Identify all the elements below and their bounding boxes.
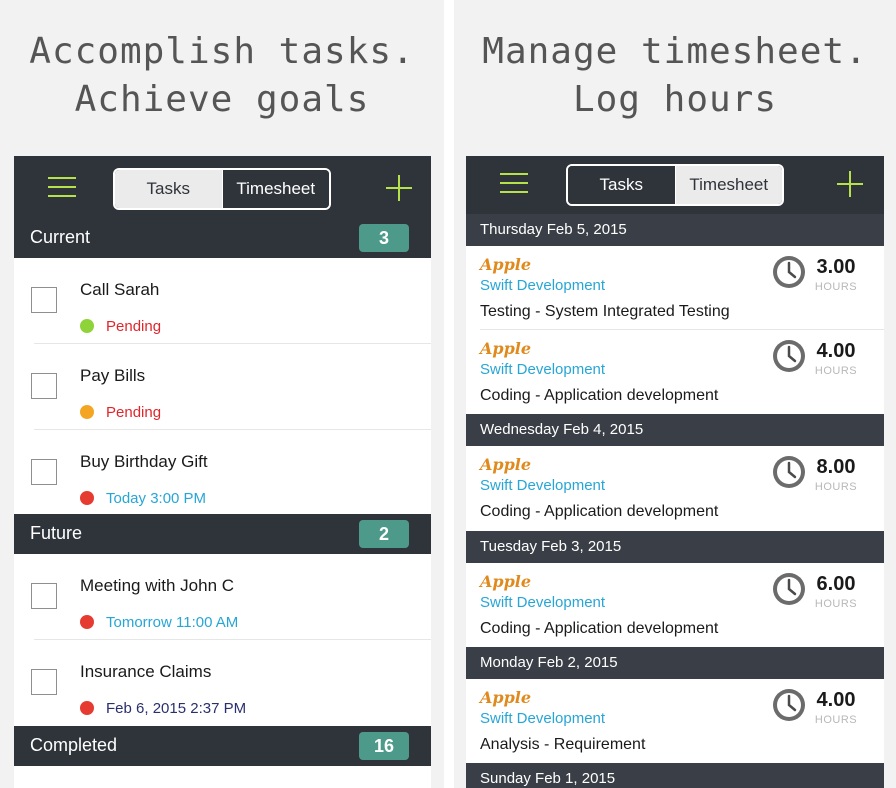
task-row[interactable]: Pay Bills Pending bbox=[14, 344, 431, 430]
task-name: Insurance Claims bbox=[80, 662, 212, 681]
promo-panel-timesheet: Manage timesheet. Log hours Tasks Timesh… bbox=[454, 0, 896, 788]
day-header: Thursday Feb 5, 2015 bbox=[466, 214, 884, 246]
task-name: Pay Bills bbox=[80, 366, 146, 385]
task-status: Feb 6, 2015 2:37 PM bbox=[106, 700, 247, 717]
time-entry-row[interactable]: Apple Swift Development Coding - Applica… bbox=[466, 446, 884, 530]
task-name: Meeting with John C bbox=[80, 576, 235, 595]
tab-tasks[interactable]: Tasks bbox=[568, 166, 676, 204]
clock-icon bbox=[773, 689, 805, 721]
day-header: Tuesday Feb 3, 2015 bbox=[466, 531, 884, 563]
day-header: Sunday Feb 1, 2015 bbox=[466, 763, 884, 788]
clock-icon bbox=[773, 340, 805, 372]
day-header: Wednesday Feb 4, 2015 bbox=[466, 414, 884, 446]
timesheet-screen: Tasks Timesheet Thursday Feb 5, 2015 App… bbox=[466, 156, 884, 788]
priority-dot bbox=[80, 405, 94, 419]
section-header-completed[interactable]: Completed 16 bbox=[14, 726, 431, 766]
priority-dot bbox=[80, 701, 94, 715]
time-entry-row[interactable]: Apple Swift Development Coding - Applica… bbox=[466, 563, 884, 647]
client-name: Apple bbox=[480, 255, 532, 274]
task-row[interactable]: Insurance Claims Feb 6, 2015 2:37 PM bbox=[14, 640, 431, 726]
project-name: Swift Development bbox=[480, 361, 606, 378]
time-entry-row[interactable]: Apple Swift Development Analysis - Requi… bbox=[466, 679, 884, 763]
task-checkbox[interactable] bbox=[31, 583, 57, 609]
hours-label: HOURS bbox=[814, 481, 858, 493]
hours-label: HOURS bbox=[814, 714, 858, 726]
headline-line-2: Log hours bbox=[572, 79, 778, 120]
task-checkbox[interactable] bbox=[31, 459, 57, 485]
count-badge: 16 bbox=[359, 732, 409, 760]
time-entry-row[interactable]: Apple Swift Development Testing - System… bbox=[466, 246, 884, 330]
plus-icon[interactable] bbox=[386, 175, 412, 201]
hours-label: HOURS bbox=[814, 281, 858, 293]
client-name: Apple bbox=[480, 688, 532, 707]
task-name: Call Sarah bbox=[80, 280, 160, 299]
navbar: Tasks Timesheet bbox=[14, 156, 431, 218]
project-name: Swift Development bbox=[480, 277, 606, 294]
priority-dot bbox=[80, 615, 94, 629]
day-header: Monday Feb 2, 2015 bbox=[466, 647, 884, 679]
entry-description: Testing - System Integrated Testing bbox=[480, 303, 730, 320]
headline-line-1: Accomplish tasks. bbox=[29, 31, 415, 72]
entry-description: Coding - Application development bbox=[480, 387, 719, 404]
headline-timesheet: Manage timesheet. Log hours bbox=[454, 28, 896, 124]
hours-value: 4.00 bbox=[816, 689, 856, 711]
headline-line-2: Achieve goals bbox=[74, 79, 370, 120]
hamburger-icon[interactable] bbox=[48, 177, 76, 199]
hours-value: 3.00 bbox=[816, 256, 856, 278]
clock-icon bbox=[773, 256, 805, 288]
task-checkbox[interactable] bbox=[31, 287, 57, 313]
hamburger-icon[interactable] bbox=[500, 173, 528, 195]
client-name: Apple bbox=[480, 455, 532, 474]
view-segmented-control: Tasks Timesheet bbox=[113, 168, 331, 210]
hours-label: HOURS bbox=[814, 598, 858, 610]
hours-label: HOURS bbox=[814, 365, 858, 377]
task-status: Pending bbox=[106, 404, 162, 421]
task-status: Today 3:00 PM bbox=[106, 490, 207, 507]
section-title: Current bbox=[30, 227, 91, 247]
section-title: Completed bbox=[30, 735, 118, 755]
task-row[interactable]: Buy Birthday Gift Today 3:00 PM bbox=[14, 430, 431, 516]
tab-tasks[interactable]: Tasks bbox=[115, 170, 223, 208]
hours-value: 6.00 bbox=[816, 573, 856, 595]
project-name: Swift Development bbox=[480, 477, 606, 494]
count-badge: 3 bbox=[359, 224, 409, 252]
tab-timesheet[interactable]: Timesheet bbox=[675, 166, 782, 204]
task-row[interactable]: Meeting with John C Tomorrow 11:00 AM bbox=[14, 554, 431, 640]
headline-tasks: Accomplish tasks. Achieve goals bbox=[0, 28, 444, 124]
hours-value: 4.00 bbox=[816, 340, 856, 362]
project-name: Swift Development bbox=[480, 594, 606, 611]
tab-timesheet[interactable]: Timesheet bbox=[222, 170, 329, 208]
view-segmented-control: Tasks Timesheet bbox=[566, 164, 784, 206]
clock-icon bbox=[773, 456, 805, 488]
tasks-screen: Tasks Timesheet Current 3 Call Sarah Pen… bbox=[14, 156, 431, 788]
task-status: Pending bbox=[106, 318, 162, 335]
project-name: Swift Development bbox=[480, 710, 606, 727]
promo-panel-tasks: Accomplish tasks. Achieve goals Tasks Ti… bbox=[0, 0, 444, 788]
section-header-current[interactable]: Current 3 bbox=[14, 218, 431, 258]
entry-description: Coding - Application development bbox=[480, 620, 719, 637]
clock-icon bbox=[773, 573, 805, 605]
navbar: Tasks Timesheet bbox=[466, 156, 884, 218]
client-name: Apple bbox=[480, 339, 532, 358]
section-title: Future bbox=[30, 523, 83, 543]
entry-description: Coding - Application development bbox=[480, 503, 719, 520]
task-name: Buy Birthday Gift bbox=[80, 452, 208, 471]
priority-dot bbox=[80, 491, 94, 505]
task-checkbox[interactable] bbox=[31, 373, 57, 399]
task-row[interactable]: Call Sarah Pending bbox=[14, 258, 431, 344]
headline-line-1: Manage timesheet. bbox=[482, 31, 868, 72]
count-badge: 2 bbox=[359, 520, 409, 548]
client-name: Apple bbox=[480, 572, 532, 591]
task-checkbox[interactable] bbox=[31, 669, 57, 695]
task-status: Tomorrow 11:00 AM bbox=[106, 614, 239, 631]
section-header-future[interactable]: Future 2 bbox=[14, 514, 431, 554]
priority-dot bbox=[80, 319, 94, 333]
hours-value: 8.00 bbox=[816, 456, 856, 478]
plus-icon[interactable] bbox=[837, 171, 863, 197]
entry-description: Analysis - Requirement bbox=[480, 736, 646, 753]
time-entry-row[interactable]: Apple Swift Development Coding - Applica… bbox=[466, 330, 884, 414]
